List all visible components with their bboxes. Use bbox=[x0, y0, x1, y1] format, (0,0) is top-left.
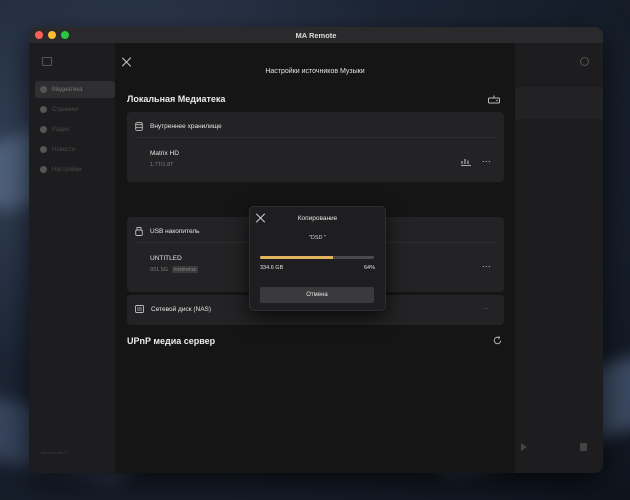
capacity-text: 931.5G bbox=[150, 266, 169, 273]
internal-storage-label: Внутреннее хранилище bbox=[150, 123, 222, 130]
panel-title: Настройки источников Музыки bbox=[265, 68, 365, 75]
nas-icon bbox=[135, 305, 144, 313]
add-drive-icon[interactable] bbox=[488, 95, 500, 104]
right-pane bbox=[515, 43, 603, 473]
sidebar-toggle-icon[interactable] bbox=[42, 57, 52, 66]
database-icon bbox=[135, 122, 143, 131]
sidebar-item-streaming[interactable]: Стриминг bbox=[35, 101, 115, 118]
sidebar-item-label: Радио bbox=[52, 126, 70, 133]
drive-capacity: 931.5G FAT/FAT32 bbox=[150, 266, 199, 273]
capacity-text: 1.7T/1.8T bbox=[150, 162, 174, 168]
drive-more-button[interactable]: ... bbox=[482, 154, 491, 164]
cancel-button[interactable]: Отмена bbox=[260, 287, 374, 303]
sidebar-item-settings[interactable]: Настройки bbox=[35, 161, 115, 178]
sidebar-item-label: Настройки bbox=[52, 166, 82, 173]
nas-status: ... bbox=[482, 305, 488, 311]
sidebar-item-library[interactable]: Медиатека bbox=[35, 81, 115, 98]
copy-percent: 64% bbox=[363, 265, 375, 271]
sidebar-item-label: Новости bbox=[52, 146, 76, 153]
sidebar-item-radio[interactable]: Радио bbox=[35, 121, 115, 138]
copy-progress-bar bbox=[260, 256, 374, 259]
news-icon bbox=[40, 146, 47, 153]
refresh-icon[interactable] bbox=[493, 336, 502, 345]
radio-icon bbox=[40, 126, 47, 133]
usb-storage-header: USB накопитель bbox=[135, 227, 200, 236]
internal-storage-card: Внутреннее хранилище Matrix HD 1.7T/1.8T… bbox=[127, 112, 504, 182]
sidebar-item-label: Стриминг bbox=[52, 106, 79, 113]
library-icon bbox=[40, 86, 47, 93]
play-icon[interactable] bbox=[521, 443, 527, 451]
sidebar-item-label: Медиатека bbox=[52, 86, 83, 93]
now-playing-band bbox=[515, 87, 603, 119]
zoom-window-button[interactable] bbox=[61, 31, 69, 39]
scan-music-icon[interactable] bbox=[461, 158, 471, 166]
minimize-window-button[interactable] bbox=[48, 31, 56, 39]
title-bar: MA Remote bbox=[29, 27, 603, 43]
streaming-icon bbox=[40, 106, 47, 113]
nas-header: Сетевой диск (NAS) bbox=[135, 305, 211, 313]
sidebar: Медиатека Стриминг Радио Новости Настрой… bbox=[29, 43, 115, 473]
upnp-heading: UPnP медиа сервер bbox=[127, 336, 216, 346]
sidebar-item-news[interactable]: Новости bbox=[35, 141, 115, 158]
nas-label: Сетевой диск (NAS) bbox=[151, 305, 212, 313]
divider bbox=[135, 137, 496, 138]
close-panel-button[interactable] bbox=[122, 57, 132, 67]
search-icon[interactable] bbox=[580, 57, 589, 66]
copy-progress-fill bbox=[260, 256, 333, 259]
drive-more-button[interactable]: ... bbox=[482, 259, 491, 269]
trash-icon[interactable] bbox=[580, 443, 587, 451]
local-library-heading: Локальная Медиатека bbox=[127, 94, 226, 104]
copy-file-name: "DSD " bbox=[308, 235, 327, 241]
copy-dialog: Копирование "DSD " 334.6 GB 64% Отмена bbox=[249, 206, 386, 311]
usb-icon bbox=[135, 227, 143, 236]
filesystem-badge: FAT/FAT32 bbox=[172, 266, 199, 273]
window-controls bbox=[35, 31, 69, 39]
sidebar-footer: Matrix Audio ?? bbox=[41, 450, 69, 455]
internal-storage-header: Внутреннее хранилище bbox=[135, 122, 222, 131]
copy-size: 334.6 GB bbox=[260, 265, 284, 271]
gear-icon bbox=[40, 166, 47, 173]
window-title: MA Remote bbox=[295, 30, 337, 40]
close-window-button[interactable] bbox=[35, 31, 43, 39]
dialog-title: Копирование bbox=[297, 215, 338, 222]
usb-storage-label: USB накопитель bbox=[150, 228, 200, 235]
drive-name: Matrix HD bbox=[150, 150, 179, 157]
drive-capacity: 1.7T/1.8T bbox=[150, 162, 174, 168]
drive-name: UNTITLED bbox=[150, 255, 182, 262]
